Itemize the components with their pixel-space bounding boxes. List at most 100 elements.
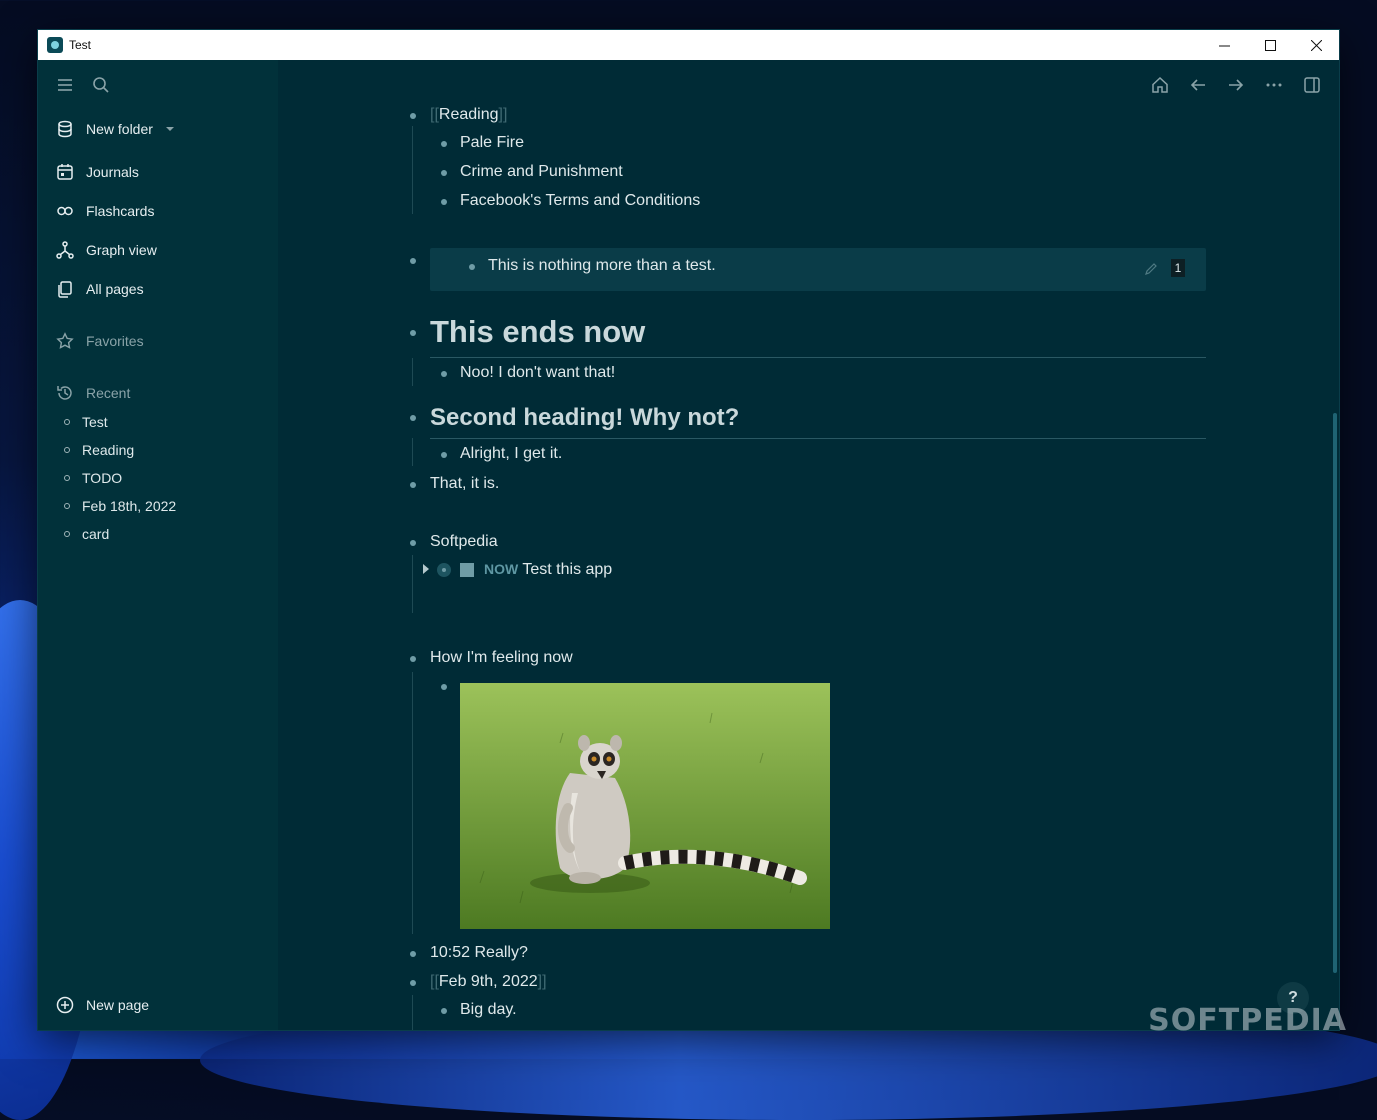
block-text[interactable]: Big day. xyxy=(460,1001,517,1019)
reading-label: Reading xyxy=(438,106,499,123)
block-bullet[interactable] xyxy=(441,684,447,690)
forward-arrow-icon[interactable] xyxy=(1227,76,1245,94)
infinity-icon xyxy=(56,202,74,220)
recent-item[interactable]: Reading xyxy=(64,442,134,458)
block-bullet[interactable] xyxy=(441,141,447,147)
thread-line xyxy=(412,126,413,214)
block-bullet[interactable] xyxy=(410,113,416,119)
task-checkbox[interactable] xyxy=(460,563,474,577)
lemur-image[interactable] xyxy=(460,683,830,929)
menu-icon[interactable] xyxy=(56,76,74,94)
bullet-icon xyxy=(64,475,70,481)
date-link-label: Feb 9th, 2022 xyxy=(438,973,538,990)
block-bullet[interactable] xyxy=(410,482,416,488)
more-icon[interactable] xyxy=(1265,76,1283,94)
new-page-label: New page xyxy=(86,997,150,1013)
recent-item[interactable]: card xyxy=(64,526,109,542)
search-icon[interactable] xyxy=(92,76,110,94)
lemur-illustration xyxy=(460,683,830,929)
graph-icon xyxy=(56,241,74,259)
heading-divider xyxy=(430,438,1206,439)
favorites-section[interactable]: Favorites xyxy=(56,332,144,350)
thread-line xyxy=(412,995,413,1030)
recent-item-label: TODO xyxy=(82,470,123,486)
link-bracket: ]] xyxy=(537,973,547,990)
heading-2[interactable]: Second heading! Why not? xyxy=(430,404,739,432)
link-bracket: ]] xyxy=(498,106,508,123)
recent-section[interactable]: Recent xyxy=(56,384,130,402)
thread-line xyxy=(412,672,413,934)
task-status-icon[interactable] xyxy=(437,563,451,577)
sidebar-item-journals[interactable]: Journals xyxy=(56,163,139,181)
thread-line xyxy=(412,555,413,613)
block-text[interactable]: How I'm feeling now xyxy=(430,649,573,667)
block-text[interactable]: 10:52 Really? xyxy=(430,944,528,962)
block-bullet[interactable] xyxy=(441,452,447,458)
folder-selector[interactable]: New folder xyxy=(56,120,175,138)
edit-pencil-icon[interactable] xyxy=(1144,262,1158,276)
recent-item[interactable]: TODO xyxy=(64,470,122,486)
sidebar-item-label: All pages xyxy=(86,281,144,297)
block-bullet[interactable] xyxy=(410,951,416,957)
block-text[interactable]: That, it is. xyxy=(430,475,499,493)
history-icon xyxy=(56,384,74,402)
maximize-button[interactable] xyxy=(1247,30,1293,60)
close-button[interactable] xyxy=(1293,30,1339,60)
sidebar-item-flashcards[interactable]: Flashcards xyxy=(56,202,154,220)
block-bullet[interactable] xyxy=(441,170,447,176)
bullet-icon xyxy=(64,419,70,425)
heading-1[interactable]: This ends now xyxy=(430,314,645,350)
scrollbar[interactable] xyxy=(1333,413,1337,973)
app-logo-icon xyxy=(47,37,63,53)
app-window: Test New folder Journals Flashcards Grap… xyxy=(38,30,1339,1030)
caret-down-icon xyxy=(165,124,175,134)
book-item[interactable]: Facebook's Terms and Conditions xyxy=(460,192,700,210)
block-bullet[interactable] xyxy=(410,656,416,662)
recent-item[interactable]: Feb 18th, 2022 xyxy=(64,498,176,514)
block-bullet[interactable] xyxy=(441,199,447,205)
database-icon xyxy=(56,120,74,138)
task-marker: NOW xyxy=(484,561,519,577)
sidebar-item-graph-view[interactable]: Graph view xyxy=(56,241,157,259)
block-bullet[interactable] xyxy=(410,330,416,336)
sidebar-item-all-pages[interactable]: All pages xyxy=(56,280,144,298)
bullet-icon xyxy=(64,503,70,509)
block-bullet[interactable] xyxy=(410,540,416,546)
left-sidebar: New folder Journals Flashcards Graph vie… xyxy=(38,60,278,1030)
folder-label: New folder xyxy=(86,121,153,137)
heading-1-child[interactable]: Noo! I don't want that! xyxy=(460,364,615,382)
bullet-icon xyxy=(64,447,70,453)
reference-count-badge[interactable]: 1 xyxy=(1171,259,1185,277)
new-page-button[interactable]: New page xyxy=(56,996,149,1014)
link-bracket: [[ xyxy=(430,106,439,123)
pages-icon xyxy=(56,280,74,298)
block-bullet[interactable] xyxy=(410,258,416,264)
recent-item-label: Test xyxy=(82,414,108,430)
star-icon xyxy=(56,332,74,350)
block-text[interactable]: Softpedia xyxy=(430,533,498,551)
plus-circle-icon xyxy=(56,996,74,1014)
block-bullet[interactable] xyxy=(410,415,416,421)
block-bullet[interactable] xyxy=(441,1008,447,1014)
date-link[interactable]: [[Feb 9th, 2022]] xyxy=(430,973,547,991)
block-bullet[interactable] xyxy=(410,980,416,986)
block-bullet[interactable] xyxy=(441,371,447,377)
collapse-arrow-icon[interactable] xyxy=(423,564,429,574)
recent-item[interactable]: Test xyxy=(64,414,108,430)
book-item[interactable]: Crime and Punishment xyxy=(460,163,623,181)
heading-2-child[interactable]: Alright, I get it. xyxy=(460,445,562,463)
recent-item-label: Feb 18th, 2022 xyxy=(82,498,177,514)
sidebar-toggle-icon[interactable] xyxy=(1303,76,1321,94)
sidebar-item-label: Flashcards xyxy=(86,203,155,219)
task-item[interactable]: NOW Test this app xyxy=(484,561,612,579)
thread-line xyxy=(412,358,413,386)
home-icon[interactable] xyxy=(1151,76,1169,94)
minimize-button[interactable] xyxy=(1201,30,1247,60)
recent-label: Recent xyxy=(86,385,131,401)
quote-text[interactable]: This is nothing more than a test. xyxy=(488,257,716,275)
reading-link[interactable]: [[Reading]] xyxy=(430,106,507,124)
book-item[interactable]: Pale Fire xyxy=(460,134,524,152)
main-content: [[Reading]] Pale Fire Crime and Punishme… xyxy=(278,60,1339,1030)
block-bullet[interactable] xyxy=(469,264,475,270)
back-arrow-icon[interactable] xyxy=(1189,76,1207,94)
